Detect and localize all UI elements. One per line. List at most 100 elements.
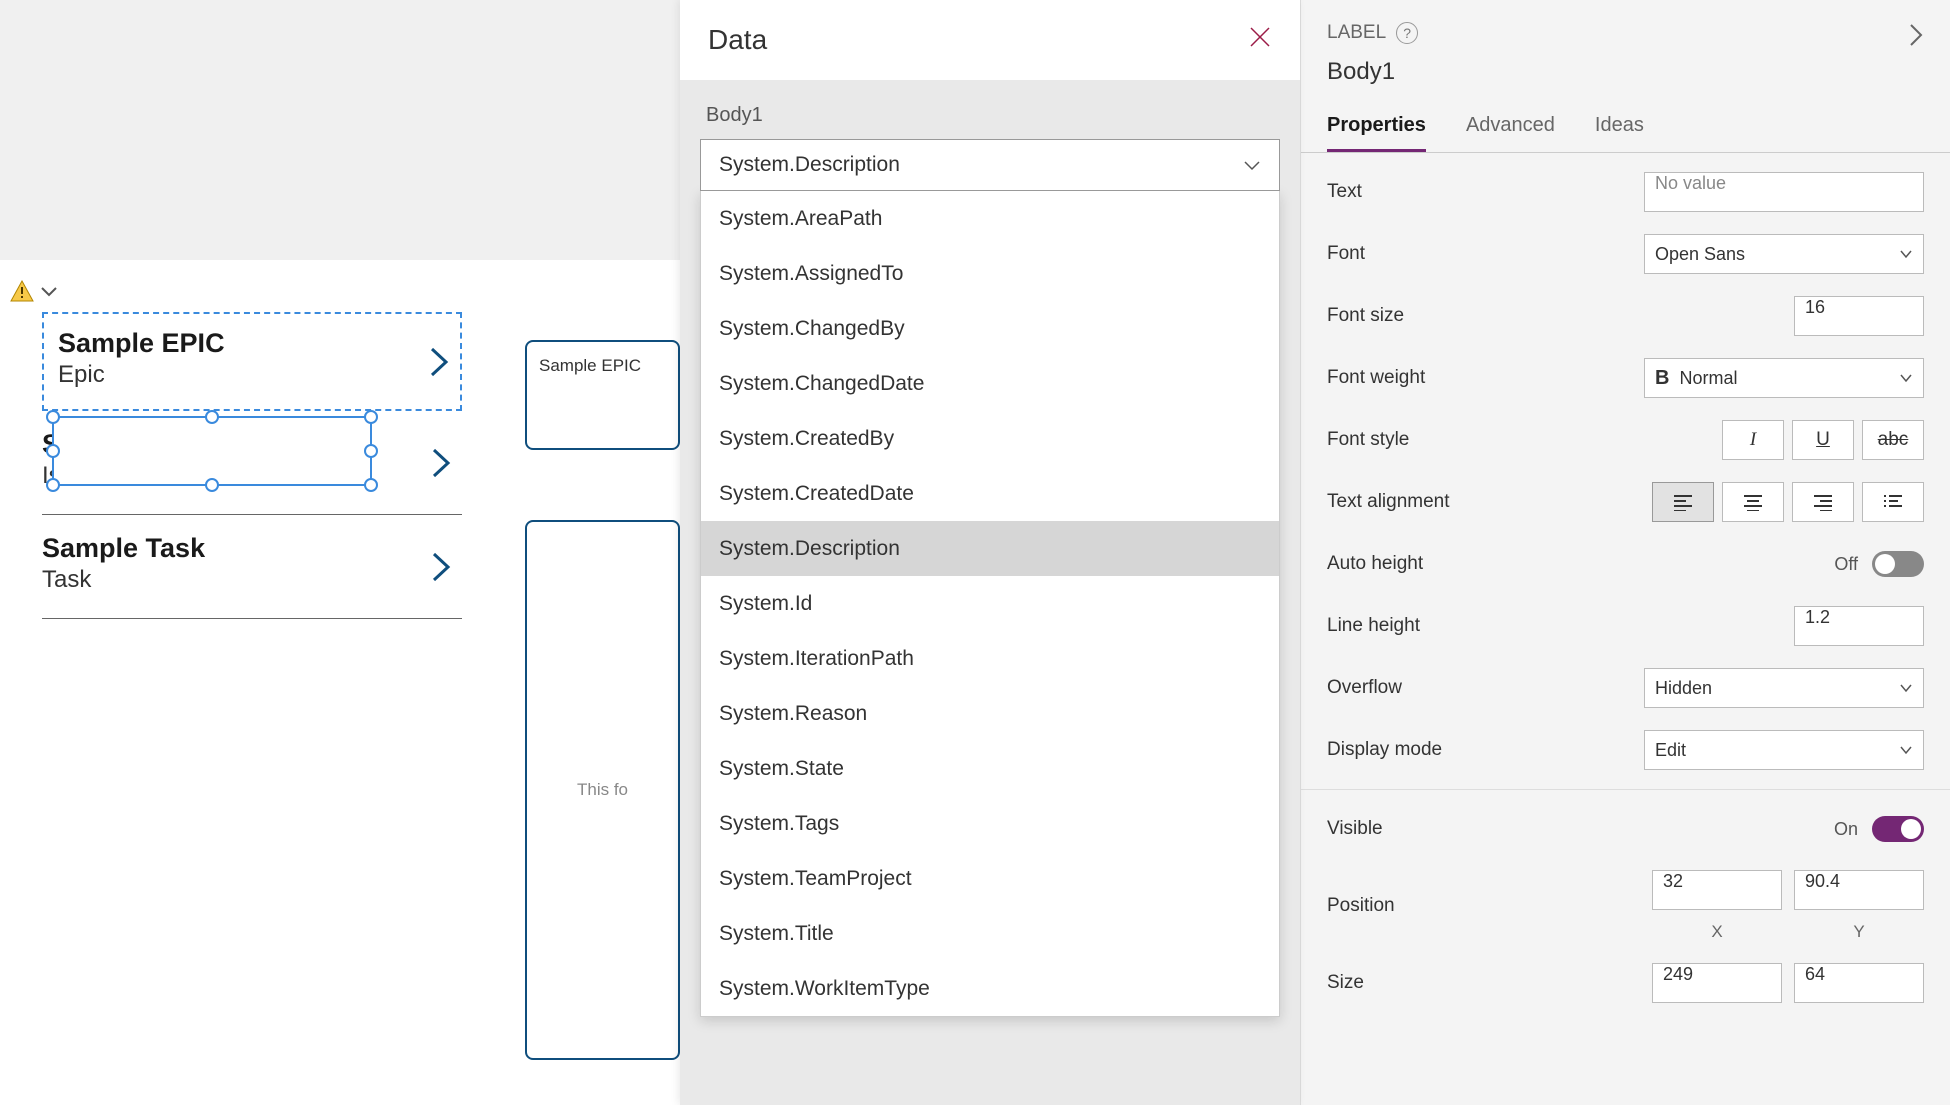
overflow-select[interactable]: Hidden — [1644, 668, 1924, 708]
chevron-down-icon — [1899, 249, 1913, 259]
align-left-button[interactable] — [1652, 482, 1714, 522]
position-y-input[interactable]: 90.4 — [1794, 870, 1924, 910]
field-dropdown-item[interactable]: System.AssignedTo — [701, 246, 1279, 301]
strikethrough-button[interactable]: abc — [1862, 420, 1924, 460]
resize-handle[interactable] — [46, 444, 60, 458]
prop-label: Display mode — [1327, 739, 1644, 761]
align-justify-button[interactable] — [1862, 482, 1924, 522]
prop-size: Size 249 64 — [1327, 952, 1924, 1014]
chevron-down-icon — [1899, 745, 1913, 755]
properties-header: LABEL ? Body1 Properties Advanced Ideas — [1301, 0, 1950, 153]
bold-icon: B — [1655, 367, 1669, 390]
field-dropdown-item[interactable]: System.ChangedBy — [701, 301, 1279, 356]
field-dropdown-item[interactable]: System.ChangedDate — [701, 356, 1279, 411]
tab-properties[interactable]: Properties — [1327, 114, 1426, 152]
align-center-button[interactable] — [1722, 482, 1784, 522]
chevron-down-icon — [1899, 373, 1913, 383]
prop-font: Font Open Sans — [1327, 223, 1924, 285]
resize-handle[interactable] — [364, 478, 378, 492]
card-preview-title: Sample EPIC — [539, 356, 641, 375]
field-dropdown-item[interactable]: System.TeamProject — [701, 851, 1279, 906]
field-dropdown-item[interactable]: System.WorkItemType — [701, 961, 1279, 1016]
resize-handle[interactable] — [46, 478, 60, 492]
prop-display-mode: Display mode Edit — [1327, 719, 1924, 781]
size-w-input[interactable]: 249 — [1652, 963, 1782, 1003]
prop-label: Visible — [1327, 818, 1644, 840]
chevron-right-icon[interactable] — [430, 446, 452, 480]
toggle-state-label: On — [1834, 819, 1858, 840]
close-icon[interactable] — [1248, 24, 1272, 56]
field-dropdown-item[interactable]: System.IterationPath — [701, 631, 1279, 686]
prop-label: Size — [1327, 972, 1644, 994]
resize-handle[interactable] — [364, 444, 378, 458]
label-text: LABEL — [1327, 22, 1386, 44]
gallery-item-selected[interactable]: Sample EPIC Epic — [42, 312, 462, 411]
field-dropdown-selected[interactable]: System.Description — [700, 139, 1280, 191]
prop-visible: Visible On — [1327, 798, 1924, 860]
prop-position: Position 32 90.4 X Y — [1327, 860, 1924, 952]
align-right-button[interactable] — [1792, 482, 1854, 522]
field-dropdown-list: System.AreaPathSystem.AssignedToSystem.C… — [700, 191, 1280, 1017]
display-mode-select[interactable]: Edit — [1644, 730, 1924, 770]
prop-font-size: Font size 16 — [1327, 285, 1924, 347]
prop-label: Font style — [1327, 429, 1644, 451]
prop-overflow: Overflow Hidden — [1327, 657, 1924, 719]
italic-icon: I — [1750, 429, 1756, 451]
chevron-right-icon[interactable] — [1908, 22, 1924, 48]
field-dropdown-item[interactable]: System.Reason — [701, 686, 1279, 741]
prop-line-height: Line height 1.2 — [1327, 595, 1924, 657]
field-dropdown-item[interactable]: System.Id — [701, 576, 1279, 631]
field-dropdown-item[interactable]: System.Title — [701, 906, 1279, 961]
underline-button[interactable]: U — [1792, 420, 1854, 460]
gallery-item-title: Sample EPIC — [58, 328, 446, 359]
chevron-right-icon[interactable] — [430, 550, 452, 584]
resize-handle[interactable] — [364, 410, 378, 424]
prop-text-align: Text alignment — [1327, 471, 1924, 533]
field-dropdown-item[interactable]: System.AreaPath — [701, 191, 1279, 246]
help-icon[interactable]: ? — [1396, 22, 1418, 44]
field-dropdown-item[interactable]: System.CreatedBy — [701, 411, 1279, 466]
text-input[interactable]: No value — [1644, 172, 1924, 212]
control-name: Body1 — [1327, 58, 1924, 86]
chevron-down-icon[interactable] — [40, 285, 58, 297]
prop-label: Overflow — [1327, 677, 1644, 699]
field-dropdown-item[interactable]: System.State — [701, 741, 1279, 796]
position-x-input[interactable]: 32 — [1652, 870, 1782, 910]
selection-box[interactable] — [52, 416, 372, 486]
font-weight-select[interactable]: BNormal — [1644, 358, 1924, 398]
gallery-item[interactable]: Sample Task Task — [42, 515, 462, 619]
size-h-input[interactable]: 64 — [1794, 963, 1924, 1003]
position-y-label: Y — [1794, 922, 1924, 942]
tab-ideas[interactable]: Ideas — [1595, 114, 1644, 152]
resize-handle[interactable] — [205, 478, 219, 492]
canvas-area: Sample EPIC Epic Sample issue Issue Samp… — [0, 0, 680, 1105]
prop-label: Font — [1327, 243, 1644, 265]
visible-toggle[interactable] — [1872, 816, 1924, 842]
prop-label: Line height — [1327, 615, 1644, 637]
tabs: Properties Advanced Ideas — [1301, 114, 1950, 153]
data-control-label: Body1 — [706, 104, 1280, 127]
prop-label: Text alignment — [1327, 491, 1644, 513]
properties-body: Text No value Font Open Sans Font size 1… — [1301, 153, 1950, 1022]
chevron-right-icon[interactable] — [428, 345, 450, 379]
font-size-input[interactable]: 16 — [1794, 296, 1924, 336]
prop-label: Text — [1327, 181, 1644, 203]
field-dropdown-item[interactable]: System.Description — [701, 521, 1279, 576]
warning-row — [10, 280, 58, 302]
prop-text: Text No value — [1327, 161, 1924, 223]
field-dropdown[interactable]: System.Description System.AreaPathSystem… — [700, 139, 1280, 1017]
chevron-down-icon — [1243, 159, 1261, 171]
prop-label: Position — [1327, 895, 1644, 917]
resize-handle[interactable] — [205, 410, 219, 424]
line-height-input[interactable]: 1.2 — [1794, 606, 1924, 646]
properties-panel: LABEL ? Body1 Properties Advanced Ideas … — [1300, 0, 1950, 1105]
font-select[interactable]: Open Sans — [1644, 234, 1924, 274]
field-dropdown-item[interactable]: System.Tags — [701, 796, 1279, 851]
field-dropdown-item[interactable]: System.CreatedDate — [701, 466, 1279, 521]
tab-advanced[interactable]: Advanced — [1466, 114, 1555, 152]
prop-auto-height: Auto height Off — [1327, 533, 1924, 595]
italic-button[interactable]: I — [1722, 420, 1784, 460]
resize-handle[interactable] — [46, 410, 60, 424]
auto-height-toggle[interactable] — [1872, 551, 1924, 577]
label-row: LABEL ? — [1327, 22, 1924, 44]
